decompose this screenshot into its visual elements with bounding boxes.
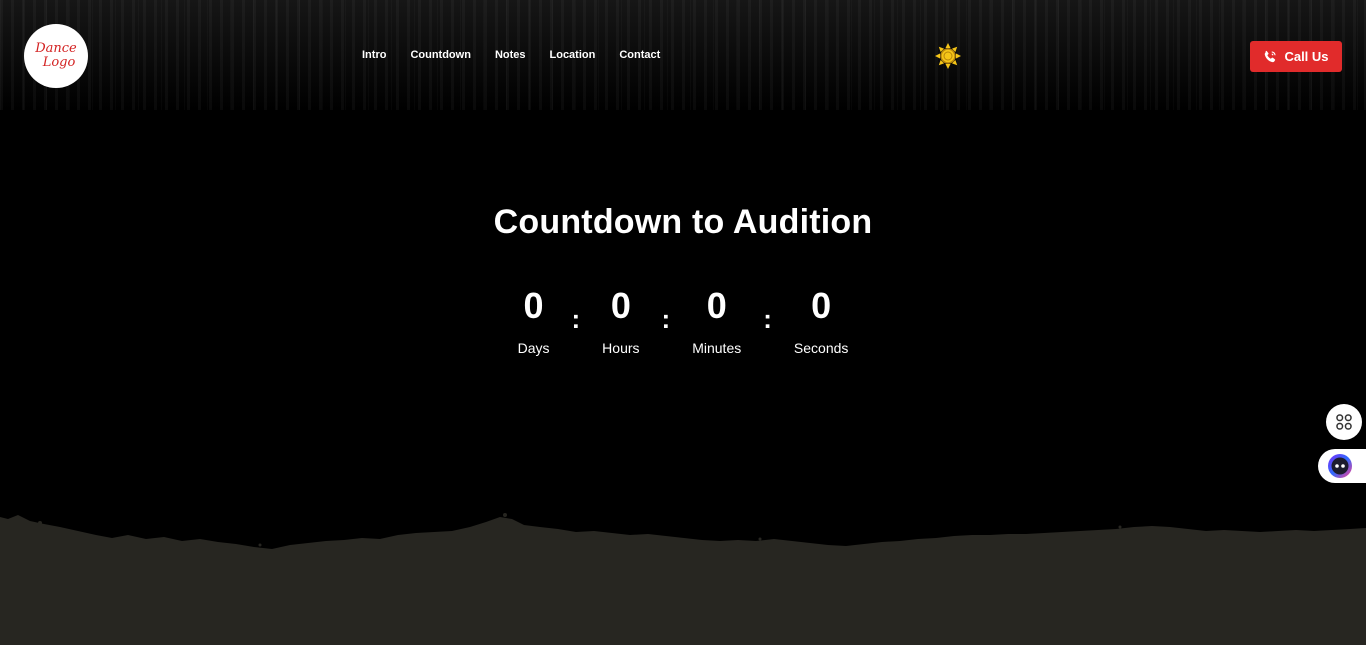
countdown-title: Countdown to Audition (493, 203, 873, 241)
logo-line-2: Logo (42, 55, 76, 70)
nav-notes[interactable]: Notes (495, 49, 526, 61)
nav-contact[interactable]: Contact (619, 49, 660, 61)
nav-location[interactable]: Location (550, 49, 596, 61)
minutes-value: 0 (706, 285, 727, 326)
logo-line-1: Dance (35, 41, 77, 56)
hours-value: 0 (610, 285, 631, 326)
torn-ground (0, 513, 1366, 645)
countdown-hours: 0 Hours (602, 285, 640, 357)
page: Dance Logo Intro Countdown Notes Locatio… (0, 0, 1366, 645)
dance-logo[interactable]: Dance Logo (24, 24, 88, 88)
call-us-button[interactable]: Call Us (1250, 41, 1342, 72)
countdown-seconds: 0 Seconds (793, 285, 849, 357)
countdown-timer: 0 Days : 0 Hours : 0 Minutes : 0 Seconds (0, 285, 1366, 357)
sun-icon (935, 43, 961, 69)
nav-countdown[interactable]: Countdown (410, 49, 470, 61)
phone-icon (1265, 50, 1277, 62)
apps-grid-icon (1336, 414, 1352, 430)
seconds-label: Seconds (793, 340, 849, 356)
hours-label: Hours (602, 340, 640, 356)
chatbot-widget-button[interactable] (1318, 449, 1366, 483)
days-label: Days (517, 340, 550, 356)
separator: : (661, 304, 671, 334)
separator: : (571, 304, 581, 334)
separator: : (763, 304, 772, 334)
seconds-value: 0 (811, 285, 832, 326)
countdown-minutes: 0 Minutes (692, 285, 742, 357)
chatbot-icon (1328, 454, 1352, 478)
main-nav: Intro Countdown Notes Location Contact (362, 49, 684, 61)
theme-toggle[interactable] (934, 42, 962, 70)
apps-widget-button[interactable] (1326, 404, 1362, 440)
days-value: 0 (523, 285, 544, 326)
minutes-label: Minutes (692, 340, 742, 356)
nav-intro[interactable]: Intro (362, 49, 386, 61)
call-us-label: Call Us (1284, 49, 1329, 64)
countdown-days: 0 Days (517, 285, 550, 357)
